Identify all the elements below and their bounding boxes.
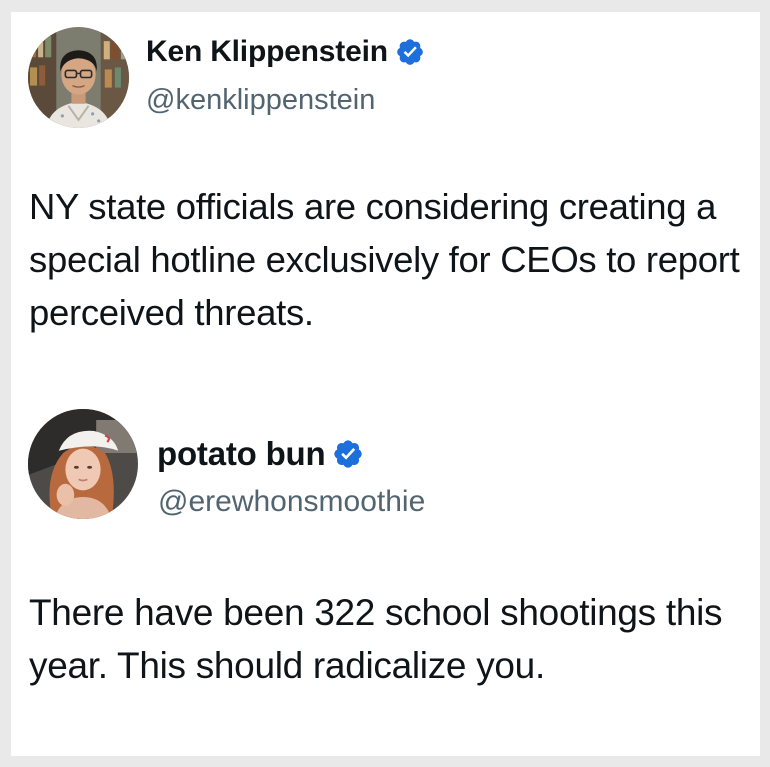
avatar-photo-woman-cap-icon [28,409,138,519]
tweet-1[interactable]: Ken Klippenstein @kenklippenstein NY sta… [11,12,760,352]
tweet-text: NY state officials are considering creat… [29,186,740,333]
avatar[interactable] [28,409,138,519]
author-handle[interactable]: @erewhonsmoothie [158,485,425,519]
tweet-text: There have been 322 school shootings thi… [29,592,723,686]
tweet-2[interactable]: potato bun @erewhonsmoothie There have b… [11,392,760,732]
author-handle[interactable]: @kenklippenstein [146,84,375,117]
author-display-name[interactable]: Ken Klippenstein [146,35,388,69]
avatar-photo-man-icon [28,27,129,128]
verified-badge-icon [332,438,364,470]
verified-badge-icon [395,37,425,67]
screenshot-card: Ken Klippenstein @kenklippenstein NY sta… [11,12,760,756]
author-name-row: Ken Klippenstein [146,35,425,69]
avatar[interactable] [28,27,129,128]
author-display-name[interactable]: potato bun [157,435,326,473]
author-name-row: potato bun [157,435,364,473]
